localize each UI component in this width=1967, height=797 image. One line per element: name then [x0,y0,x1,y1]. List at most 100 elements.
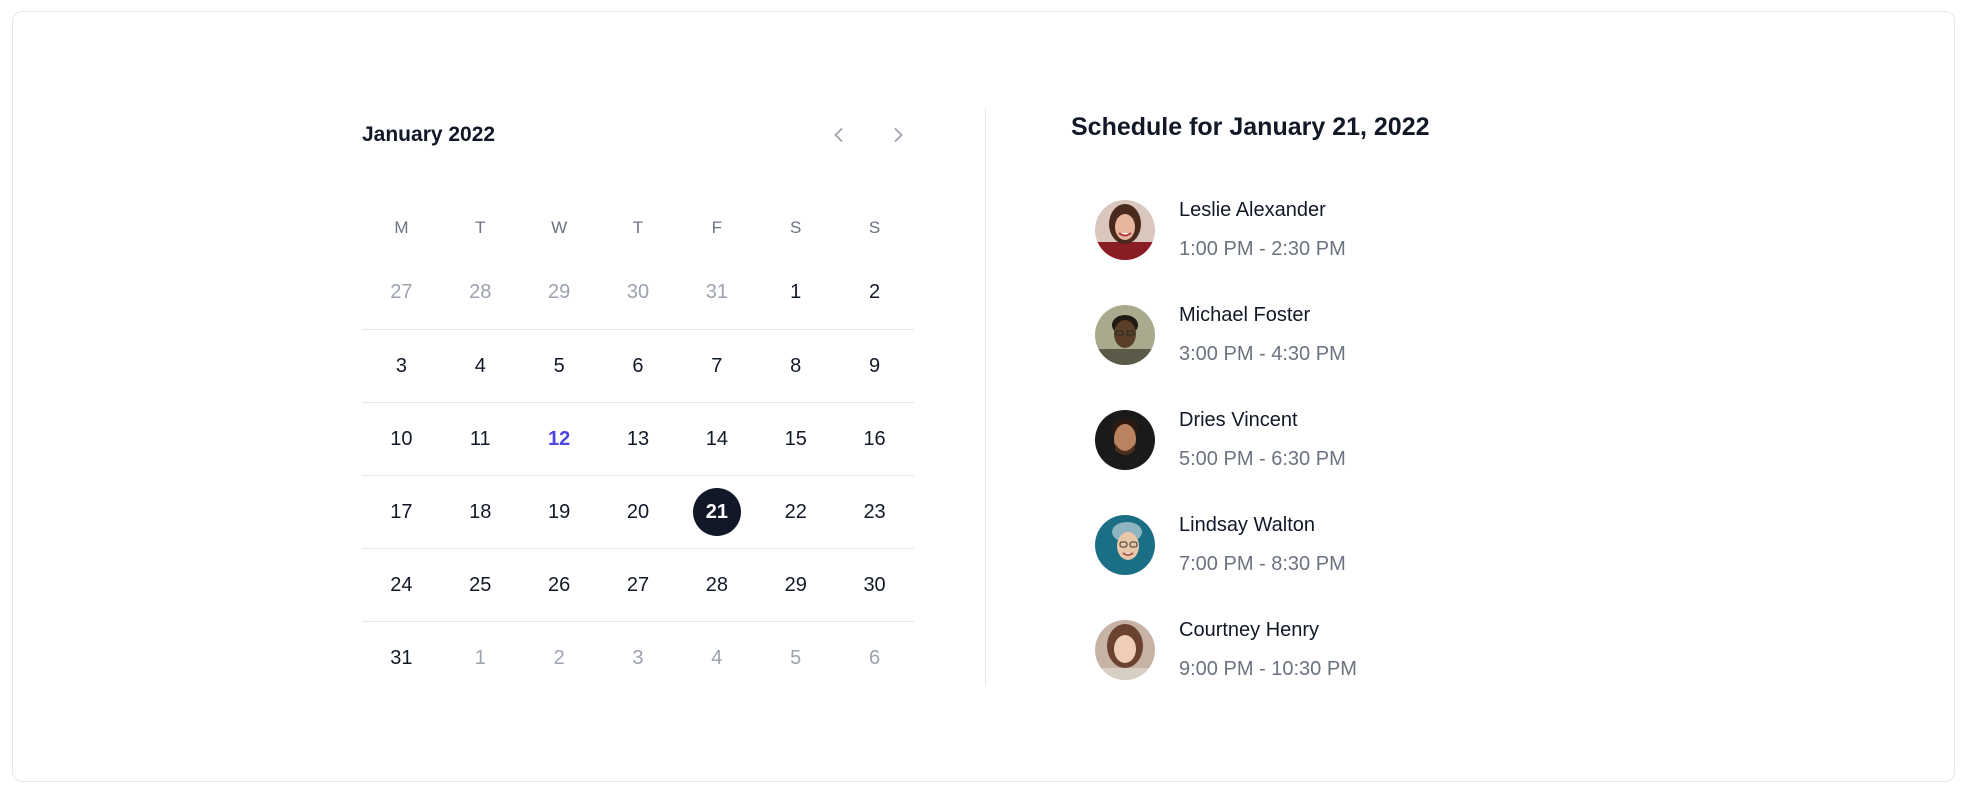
day-button[interactable]: 5 [772,634,820,682]
day-button[interactable]: 27 [377,269,425,317]
calendar-day-today: 12 [520,403,599,475]
calendar-day: 17 [362,476,441,548]
section-divider [985,108,986,685]
calendar-week: 31 1 2 3 4 5 6 [362,621,914,694]
day-button[interactable]: 19 [535,488,583,536]
meeting-item[interactable]: Courtney Henry 9:00 PM - 10:30 PM [1095,602,1615,707]
month-label: January 2022 [362,123,496,146]
calendar-day: 6 [599,330,678,402]
day-button[interactable]: 17 [377,488,425,536]
calendar-day: 30 [599,256,678,329]
day-button[interactable]: 4 [456,342,504,390]
calendar-day: 31 [362,622,441,694]
calendar-day: 20 [599,476,678,548]
calendar-day: 4 [677,622,756,694]
day-button[interactable]: 31 [693,269,741,317]
weekday-label: S [868,218,881,237]
calendar-day: 1 [756,256,835,329]
calendar-day: 18 [441,476,520,548]
day-button[interactable]: 23 [851,488,899,536]
day-button[interactable]: 31 [377,634,425,682]
day-button[interactable]: 6 [614,342,662,390]
day-button[interactable]: 29 [535,269,583,317]
day-button[interactable]: 2 [535,634,583,682]
calendar-week: 3 4 5 6 7 8 9 [362,329,914,402]
day-button[interactable]: 1 [456,634,504,682]
today-day-button[interactable]: 12 [535,415,583,463]
calendar-day: 23 [835,476,914,548]
previous-month-button[interactable] [825,121,853,149]
day-button[interactable]: 16 [851,415,899,463]
meeting-time: 7:00 PM - 8:30 PM [1179,553,1346,575]
day-button[interactable]: 20 [614,488,662,536]
calendar-day: 22 [756,476,835,548]
day-button[interactable]: 4 [693,634,741,682]
meeting-item[interactable]: Lindsay Walton 7:00 PM - 8:30 PM [1095,497,1615,602]
day-button[interactable]: 8 [772,342,820,390]
next-month-button[interactable] [884,121,912,149]
avatar [1095,305,1155,365]
calendar-day: 16 [835,403,914,475]
day-button[interactable]: 1 [772,269,820,317]
chevron-left-icon [834,128,843,142]
day-button[interactable]: 22 [772,488,820,536]
day-button[interactable]: 24 [377,561,425,609]
meeting-time: 1:00 PM - 2:30 PM [1179,238,1346,260]
calendar-day: 28 [677,549,756,621]
weekday-label: T [632,218,644,237]
weekday-label: W [551,218,568,237]
day-button[interactable]: 30 [614,269,662,317]
day-button[interactable]: 28 [693,561,741,609]
day-button[interactable]: 18 [456,488,504,536]
chevron-right-icon [894,128,903,142]
calendar-day: 30 [835,549,914,621]
day-button[interactable]: 25 [456,561,504,609]
meeting-time: 9:00 PM - 10:30 PM [1179,658,1357,680]
day-button[interactable]: 30 [851,561,899,609]
day-button[interactable]: 15 [772,415,820,463]
day-button[interactable]: 28 [456,269,504,317]
calendar-week: 17 18 19 20 21 22 23 [362,475,914,548]
calendar-day: 31 [677,256,756,329]
calendar-day: 8 [756,330,835,402]
meeting-item[interactable]: Dries Vincent 5:00 PM - 6:30 PM [1095,392,1615,497]
day-button[interactable]: 3 [614,634,662,682]
day-button[interactable]: 26 [535,561,583,609]
calendar-day: 11 [441,403,520,475]
calendar-header: January 2022 [362,121,914,149]
avatar [1095,410,1155,470]
calendar-day: 27 [362,256,441,329]
day-button[interactable]: 11 [456,415,504,463]
meeting-time: 5:00 PM - 6:30 PM [1179,448,1346,470]
avatar [1095,620,1155,680]
meeting-name: Leslie Alexander [1179,199,1326,221]
calendar-day: 19 [520,476,599,548]
calendar-day: 24 [362,549,441,621]
day-button[interactable]: 6 [851,634,899,682]
day-button[interactable]: 9 [851,342,899,390]
day-button[interactable]: 10 [377,415,425,463]
meeting-time: 3:00 PM - 4:30 PM [1179,343,1346,365]
calendar-day: 27 [599,549,678,621]
calendar-grid: 27 28 29 30 31 1 2 3 4 5 6 7 8 9 10 11 1… [362,256,914,694]
weekday-label: T [475,218,486,237]
calendar-day: 6 [835,622,914,694]
day-button[interactable]: 7 [693,342,741,390]
calendar-day: 2 [835,256,914,329]
selected-day-button[interactable]: 21 [692,488,741,536]
day-button[interactable]: 29 [772,561,820,609]
day-button[interactable]: 3 [377,342,425,390]
meeting-list: Leslie Alexander 1:00 PM - 2:30 PM Micha… [1095,182,1615,707]
calendar-day-selected: 21 [677,476,756,548]
calendar-day: 1 [441,622,520,694]
day-button[interactable]: 2 [851,269,899,317]
calendar-day: 5 [756,622,835,694]
meeting-item[interactable]: Michael Foster 3:00 PM - 4:30 PM [1095,287,1615,392]
calendar-week: 27 28 29 30 31 1 2 [362,256,914,329]
day-button[interactable]: 13 [614,415,662,463]
calendar-day: 3 [599,622,678,694]
day-button[interactable]: 14 [693,415,741,463]
meeting-item[interactable]: Leslie Alexander 1:00 PM - 2:30 PM [1095,182,1615,287]
day-button[interactable]: 5 [535,342,583,390]
day-button[interactable]: 27 [614,561,662,609]
